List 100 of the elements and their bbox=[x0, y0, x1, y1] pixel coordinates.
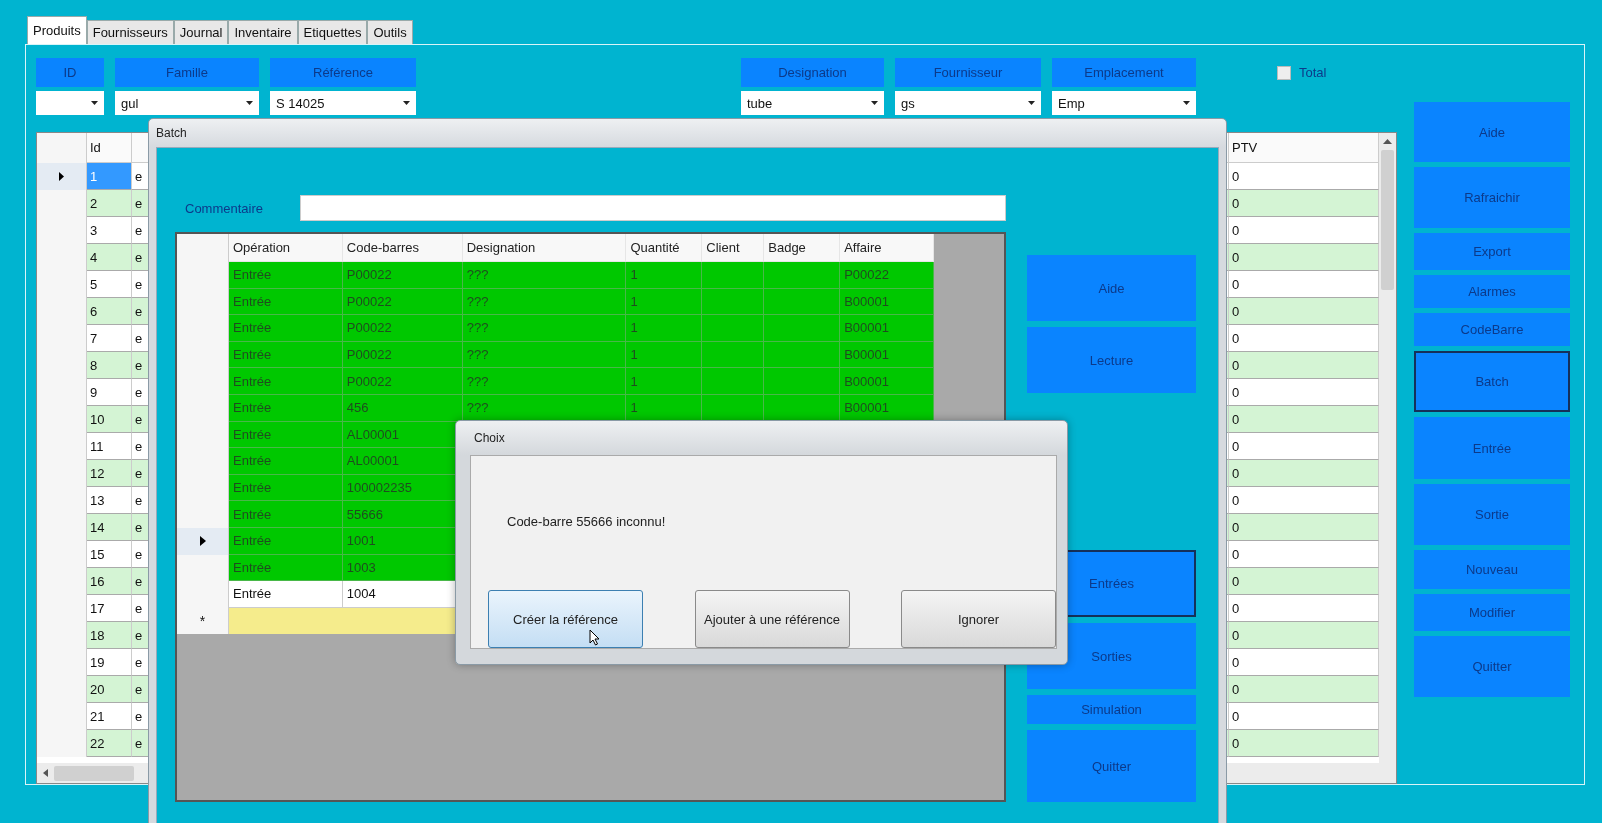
table-cell: 9 bbox=[87, 379, 132, 406]
table-cell: 5 bbox=[87, 271, 132, 298]
dropdown-arrow-icon bbox=[246, 101, 253, 105]
table-cell: 11 bbox=[87, 433, 132, 460]
table-cell: 12 bbox=[87, 460, 132, 487]
table-cell: 2 bbox=[87, 190, 132, 217]
field-label: Commentaire bbox=[184, 200, 265, 216]
table-cell: Entrée bbox=[229, 527, 343, 555]
dropdown-arrow-icon bbox=[1028, 101, 1035, 105]
current-row-icon bbox=[59, 172, 64, 181]
table-cell: B00001 bbox=[840, 368, 934, 395]
table-cell: P00022 bbox=[342, 315, 463, 342]
table-cell: 1 bbox=[87, 163, 132, 190]
filter-header: Emplacement bbox=[1052, 58, 1196, 87]
table-cell: 4 bbox=[87, 244, 132, 271]
tab[interactable]: Produits bbox=[27, 16, 87, 44]
table-cell: 1 bbox=[626, 315, 703, 342]
tab[interactable]: Outils bbox=[367, 20, 413, 44]
table-cell: 0 bbox=[1229, 298, 1379, 325]
column-header[interactable]: Id bbox=[87, 133, 132, 163]
table-cell: 0 bbox=[1229, 541, 1379, 568]
filter-header: Fournisseur bbox=[895, 58, 1041, 87]
table-cell: 22 bbox=[87, 730, 132, 757]
table-cell: 19 bbox=[87, 649, 132, 676]
checkbox-label: Total bbox=[1299, 65, 1327, 80]
table-cell: 0 bbox=[1229, 433, 1379, 460]
table-cell: 20 bbox=[87, 676, 132, 703]
table-cell: 0 bbox=[1229, 190, 1379, 217]
vertical-scrollbar[interactable] bbox=[1379, 133, 1396, 763]
dropdown[interactable]: gul bbox=[115, 91, 259, 115]
table-cell: 0 bbox=[1229, 676, 1379, 703]
table-cell: 21 bbox=[87, 703, 132, 730]
checkbox[interactable] bbox=[1277, 65, 1291, 80]
filter-header: Designation bbox=[741, 58, 884, 87]
table-cell: 0 bbox=[1229, 325, 1379, 352]
new-row-marker: * bbox=[177, 607, 229, 635]
table-cell: 0 bbox=[1229, 163, 1379, 190]
table-cell: 0 bbox=[1229, 487, 1379, 514]
table-cell: 17 bbox=[87, 595, 132, 622]
dropdown[interactable]: S 14025 bbox=[270, 91, 416, 115]
dropdown[interactable]: tube bbox=[741, 91, 884, 115]
table-cell: 0 bbox=[1229, 406, 1379, 433]
mouse-pointer-icon bbox=[589, 629, 600, 646]
table-cell: 0 bbox=[1229, 460, 1379, 487]
dropdown[interactable]: gs bbox=[895, 91, 1041, 115]
table-cell: 0 bbox=[1229, 568, 1379, 595]
table-cell: 0 bbox=[1229, 622, 1379, 649]
filter-header: Référence bbox=[270, 58, 416, 87]
table-cell: 1 bbox=[626, 262, 703, 289]
table-cell: 13 bbox=[87, 487, 132, 514]
current-row-icon bbox=[199, 536, 206, 547]
dropdown[interactable] bbox=[36, 91, 104, 115]
table-cell bbox=[702, 315, 765, 342]
row-header[interactable] bbox=[177, 527, 229, 555]
dialog-button[interactable]: Créer la référence bbox=[488, 590, 643, 648]
table-cell: 6 bbox=[87, 298, 132, 325]
table-cell: 456 bbox=[342, 394, 463, 422]
dropdown-arrow-icon bbox=[403, 101, 410, 105]
table-cell: 0 bbox=[1229, 271, 1379, 298]
column-header[interactable]: PTV bbox=[1229, 133, 1379, 163]
table-cell: Entrée bbox=[229, 315, 343, 342]
table-cell: 0 bbox=[1229, 244, 1379, 271]
table-cell: Entrée bbox=[229, 368, 343, 395]
table-cell: 10 bbox=[87, 406, 132, 433]
tab[interactable]: Fournisseurs bbox=[86, 20, 174, 44]
scroll-left-icon[interactable] bbox=[43, 769, 48, 777]
table-cell: 1 bbox=[626, 368, 703, 395]
table-cell: 8 bbox=[87, 352, 132, 379]
dialog-button[interactable]: Ajouter à une référence bbox=[694, 590, 850, 648]
table-cell: ??? bbox=[462, 368, 627, 395]
dialog-button[interactable]: Ignorer bbox=[901, 590, 1056, 648]
table-cell: Entrée bbox=[229, 501, 343, 528]
filter-header: ID bbox=[36, 58, 104, 87]
tab[interactable]: Etiquettes bbox=[297, 20, 368, 44]
filter-header: Famille bbox=[115, 58, 259, 87]
table-cell: 14 bbox=[87, 514, 132, 541]
table-cell: 15 bbox=[87, 541, 132, 568]
table-cell: Entrée bbox=[229, 262, 343, 289]
table-cell: P00022 bbox=[342, 368, 463, 395]
scroll-up-icon[interactable] bbox=[1383, 139, 1392, 144]
table-cell: ??? bbox=[462, 262, 627, 289]
comment-field[interactable] bbox=[300, 195, 1006, 221]
table-cell: B00001 bbox=[840, 315, 934, 342]
scroll-thumb[interactable] bbox=[1381, 150, 1394, 290]
scroll-thumb[interactable] bbox=[54, 765, 134, 781]
dropdown[interactable]: Emp bbox=[1052, 91, 1196, 115]
dialog-title: Choix bbox=[473, 430, 506, 447]
table-cell: 0 bbox=[1229, 514, 1379, 541]
table-cell: P00022 bbox=[342, 262, 463, 289]
table-cell: 0 bbox=[1229, 217, 1379, 244]
table-cell: Entrée bbox=[229, 581, 343, 608]
tab[interactable]: Journal bbox=[173, 20, 229, 44]
table-cell: Entrée bbox=[229, 394, 343, 422]
table-cell: 7 bbox=[87, 325, 132, 352]
window-title: Batch bbox=[156, 125, 188, 142]
dropdown-arrow-icon bbox=[1183, 101, 1190, 105]
dialog-message: Code-barre 55666 inconnu! bbox=[507, 514, 666, 529]
dropdown-arrow-icon bbox=[871, 101, 878, 105]
table-cell: 0 bbox=[1229, 703, 1379, 730]
tab[interactable]: Inventaire bbox=[228, 20, 298, 44]
